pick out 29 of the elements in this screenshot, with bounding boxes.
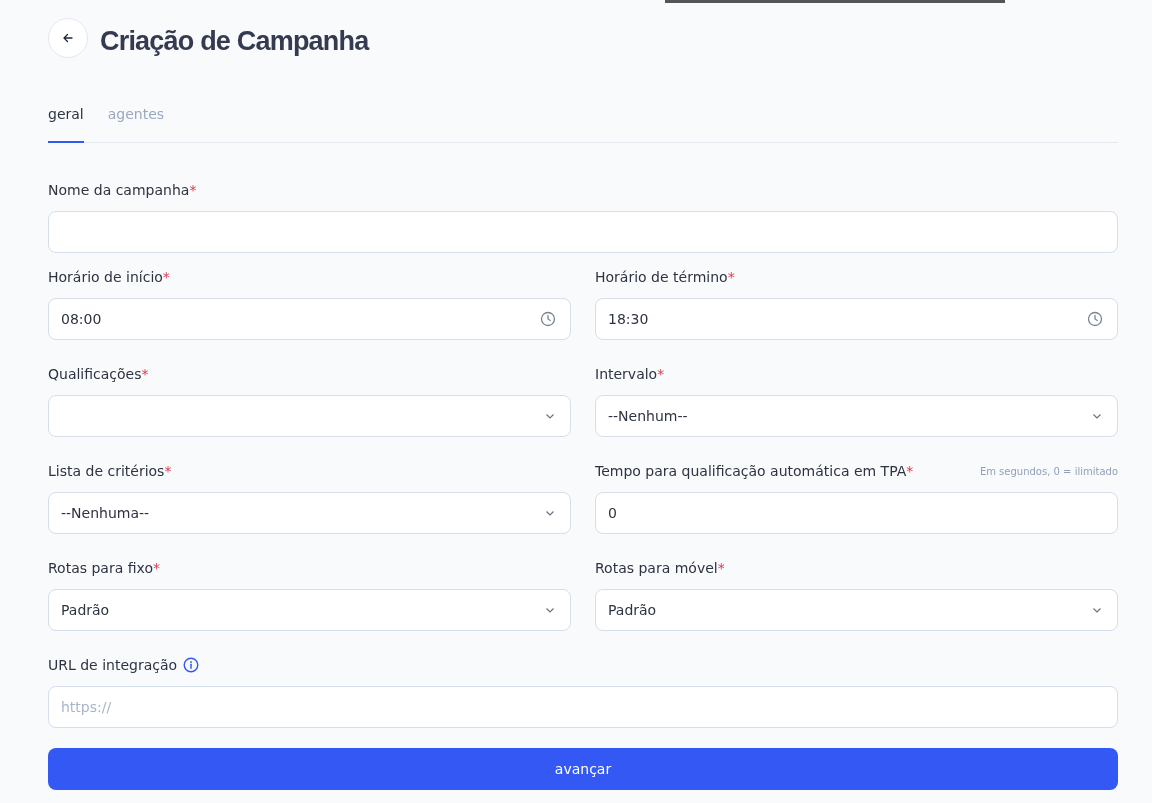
- field-label: Horário de término*: [595, 269, 735, 285]
- select-field[interactable]: --Nenhuma--: [48, 492, 571, 534]
- field-hint: Em segundos, 0 = ilimitado: [979, 465, 1118, 477]
- field-label: Qualificações*: [48, 366, 149, 382]
- select-field[interactable]: [48, 395, 571, 437]
- field-label: Lista de critérios*: [48, 463, 172, 479]
- select-field[interactable]: --Nenhum--: [595, 395, 1118, 437]
- field-label: Intervalo*: [595, 366, 665, 382]
- input-field[interactable]: 0: [595, 492, 1118, 534]
- field-label: URL de integração: [48, 657, 178, 673]
- back-arrow-icon: [62, 32, 74, 44]
- field-label: Tempo para qualificação automática em TPA*: [595, 463, 914, 479]
- time-field[interactable]: 18:30: [595, 298, 1118, 340]
- input-field[interactable]: https://: [48, 686, 1118, 728]
- select-field[interactable]: Padrão: [595, 589, 1118, 631]
- time-field[interactable]: 08:00: [48, 298, 571, 340]
- back-button[interactable]: [48, 18, 88, 58]
- clock-icon: [540, 311, 556, 327]
- field-label: Horário de início*: [48, 269, 170, 285]
- field-label: Rotas para móvel*: [595, 560, 725, 576]
- info-icon[interactable]: [183, 657, 200, 673]
- select-field[interactable]: Padrão: [48, 589, 571, 631]
- page-title: Criação de Campanha: [100, 24, 369, 57]
- input-field[interactable]: [48, 211, 1118, 253]
- tab[interactable]: geral: [48, 106, 84, 143]
- submit-button[interactable]: avançar: [48, 748, 1118, 790]
- field-label: Nome da campanha*: [48, 182, 197, 198]
- clock-icon: [1087, 311, 1103, 327]
- field-label: Rotas para fixo*: [48, 560, 160, 576]
